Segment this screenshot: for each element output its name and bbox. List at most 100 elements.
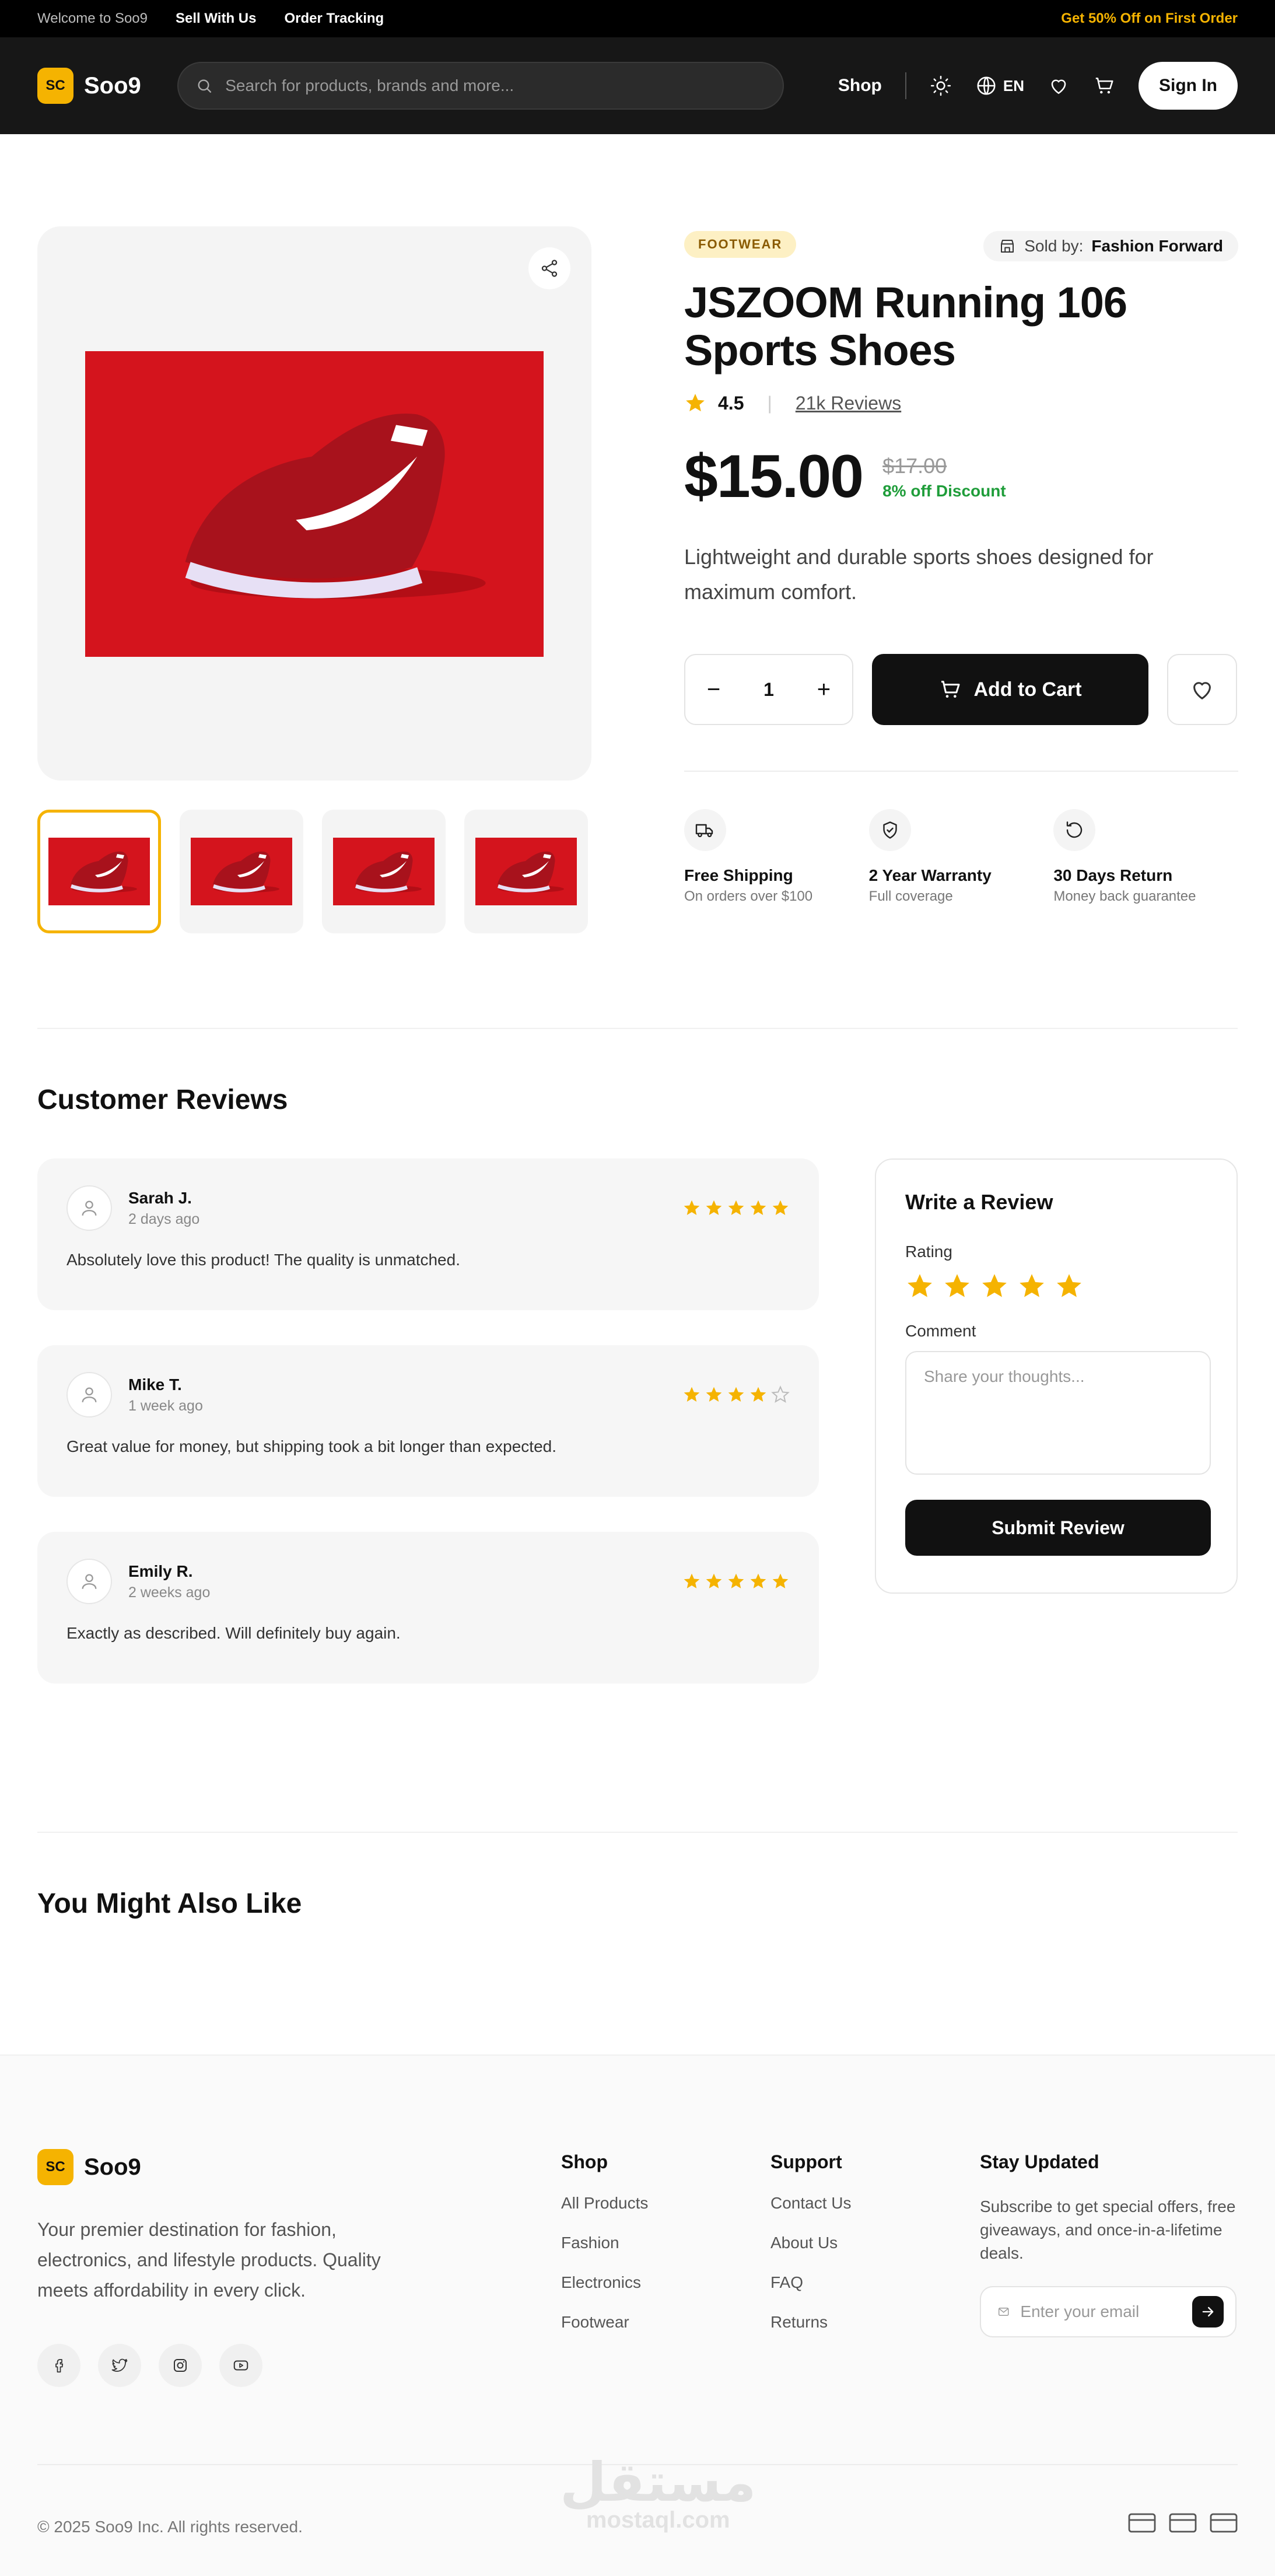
promo-text[interactable]: Get 50% Off on First Order — [1061, 10, 1238, 27]
search-icon — [198, 79, 211, 93]
star-filled-icon — [682, 1199, 701, 1217]
watermark: مستقل mostaql.com — [560, 2455, 756, 2533]
seller-badge[interactable]: Sold by: Fashion Forward — [983, 231, 1238, 261]
watermark-latin: mostaql.com — [586, 2507, 730, 2533]
review-date: 1 week ago — [128, 1397, 203, 1414]
thumbnail-strip — [37, 810, 588, 933]
product-title-line1: JSZOOM Running 106 — [684, 278, 1127, 327]
review-date: 2 days ago — [128, 1210, 200, 1227]
review-text: Great value for money, but shipping took… — [66, 1437, 556, 1455]
star-filled-icon[interactable] — [905, 1272, 934, 1301]
youtube-icon — [233, 2360, 248, 2371]
footer-newsletter-column: Stay Updated Subscribe to get special of… — [980, 2151, 1242, 2337]
logo[interactable]: SC Soo9 — [37, 68, 141, 104]
language-code: EN — [1003, 76, 1024, 94]
decrease-button[interactable]: − — [707, 677, 720, 703]
heart-icon — [1193, 682, 1211, 700]
reviewer-name: Sarah J. — [128, 1188, 192, 1207]
youtube-link[interactable] — [219, 2344, 262, 2387]
twitter-icon — [111, 2358, 128, 2372]
star-filled-icon[interactable] — [980, 1272, 1009, 1301]
sun-icon[interactable] — [930, 75, 952, 97]
product-title-line2: Sports Shoes — [684, 326, 956, 374]
language-selector[interactable]: EN — [975, 75, 1024, 97]
product-info: FOOTWEAR Sold by: Fashion Forward JSZOOM… — [684, 231, 1238, 905]
reviews-heading: Customer Reviews — [37, 1084, 288, 1115]
thumbnail-3[interactable] — [322, 810, 446, 933]
section-divider — [37, 1028, 1238, 1029]
welcome-text: Welcome to Soo9 — [37, 10, 148, 26]
star-filled-icon — [771, 1199, 790, 1217]
thumbnail-1[interactable] — [37, 810, 161, 933]
rating-label: Rating — [905, 1242, 952, 1261]
thumbnail-2[interactable] — [180, 810, 303, 933]
star-filled-icon[interactable] — [1055, 1272, 1084, 1301]
share-button[interactable] — [528, 247, 570, 289]
email-input[interactable] — [1020, 2302, 1182, 2321]
star-filled-icon — [727, 1385, 745, 1404]
social-links — [37, 2344, 262, 2387]
reviews-link[interactable]: 21k Reviews — [796, 393, 901, 414]
feature-title: 2 Year Warranty — [868, 866, 992, 884]
credit-card-icon — [1169, 2513, 1197, 2533]
star-filled-icon — [771, 1572, 790, 1591]
quantity-value[interactable]: 1 — [763, 679, 774, 701]
cart-icon[interactable] — [1093, 75, 1115, 97]
review-card: Emily R. 2 weeks ago Exactly as describe… — [37, 1532, 819, 1684]
footer-link[interactable]: Returns — [770, 2313, 852, 2332]
review-text: Exactly as described. Will definitely bu… — [66, 1624, 401, 1642]
nav-shop-link[interactable]: Shop — [838, 76, 882, 96]
category-badge[interactable]: FOOTWEAR — [684, 231, 797, 258]
star-filled-icon[interactable] — [943, 1272, 972, 1301]
submit-review-button[interactable]: Submit Review — [905, 1500, 1211, 1556]
feature-subtitle: Money back guarantee — [1053, 888, 1196, 904]
facebook-icon — [55, 2359, 64, 2373]
subscribe-button[interactable] — [1192, 2296, 1224, 2328]
footer-link[interactable]: Fashion — [561, 2234, 648, 2252]
twitter-link[interactable] — [98, 2344, 141, 2387]
footer-shop-column: Shop All Products Fashion Electronics Fo… — [561, 2151, 648, 2332]
write-review-title: Write a Review — [905, 1190, 1053, 1214]
review-stars — [682, 1385, 790, 1404]
thumbnail-4[interactable] — [464, 810, 588, 933]
store-icon — [1001, 240, 1014, 253]
globe-icon — [977, 76, 996, 95]
footer-link[interactable]: All Products — [561, 2194, 648, 2213]
facebook-link[interactable] — [37, 2344, 80, 2387]
seller-name: Fashion Forward — [1091, 237, 1223, 255]
footer-link[interactable]: Electronics — [561, 2273, 648, 2292]
sign-in-button[interactable]: Sign In — [1139, 62, 1238, 110]
add-to-cart-button[interactable]: Add to Cart — [872, 654, 1148, 725]
instagram-link[interactable] — [159, 2344, 202, 2387]
order-tracking-link[interactable]: Order Tracking — [284, 10, 384, 27]
feature-returns: 30 Days Return Money back guarantee — [1053, 809, 1238, 905]
feature-title: 30 Days Return — [1053, 866, 1173, 884]
reviewer-name: Mike T. — [128, 1375, 182, 1394]
star-filled-icon — [727, 1572, 745, 1591]
header: SC Soo9 Shop EN Sign In — [0, 37, 1275, 134]
avatar — [66, 1372, 112, 1418]
sell-with-us-link[interactable]: Sell With Us — [176, 10, 256, 27]
payment-methods — [1128, 2513, 1238, 2533]
heart-icon[interactable] — [1048, 75, 1070, 97]
rating-input — [905, 1272, 1207, 1301]
footer-link[interactable]: FAQ — [770, 2273, 852, 2292]
comment-textarea[interactable] — [905, 1351, 1211, 1475]
thumbnail-image — [191, 838, 292, 905]
announcement-bar: Welcome to Soo9 Sell With Us Order Track… — [0, 0, 1275, 37]
footer-link[interactable]: About Us — [770, 2234, 852, 2252]
logo-text: Soo9 — [84, 2154, 141, 2180]
footer-link[interactable]: Contact Us — [770, 2194, 852, 2213]
star-filled-icon[interactable] — [1017, 1272, 1046, 1301]
increase-button[interactable]: + — [817, 677, 831, 703]
credit-card-icon — [1210, 2513, 1238, 2533]
cart-icon — [941, 681, 960, 698]
star-filled-icon — [727, 1199, 745, 1217]
instagram-icon — [174, 2359, 187, 2372]
footer-logo[interactable]: SC Soo9 — [37, 2149, 141, 2185]
add-to-cart-label: Add to Cart — [973, 678, 1082, 701]
search-input[interactable] — [225, 76, 765, 95]
wishlist-button[interactable] — [1167, 654, 1237, 725]
thumbnail-image — [48, 838, 150, 905]
footer-link[interactable]: Footwear — [561, 2313, 648, 2332]
